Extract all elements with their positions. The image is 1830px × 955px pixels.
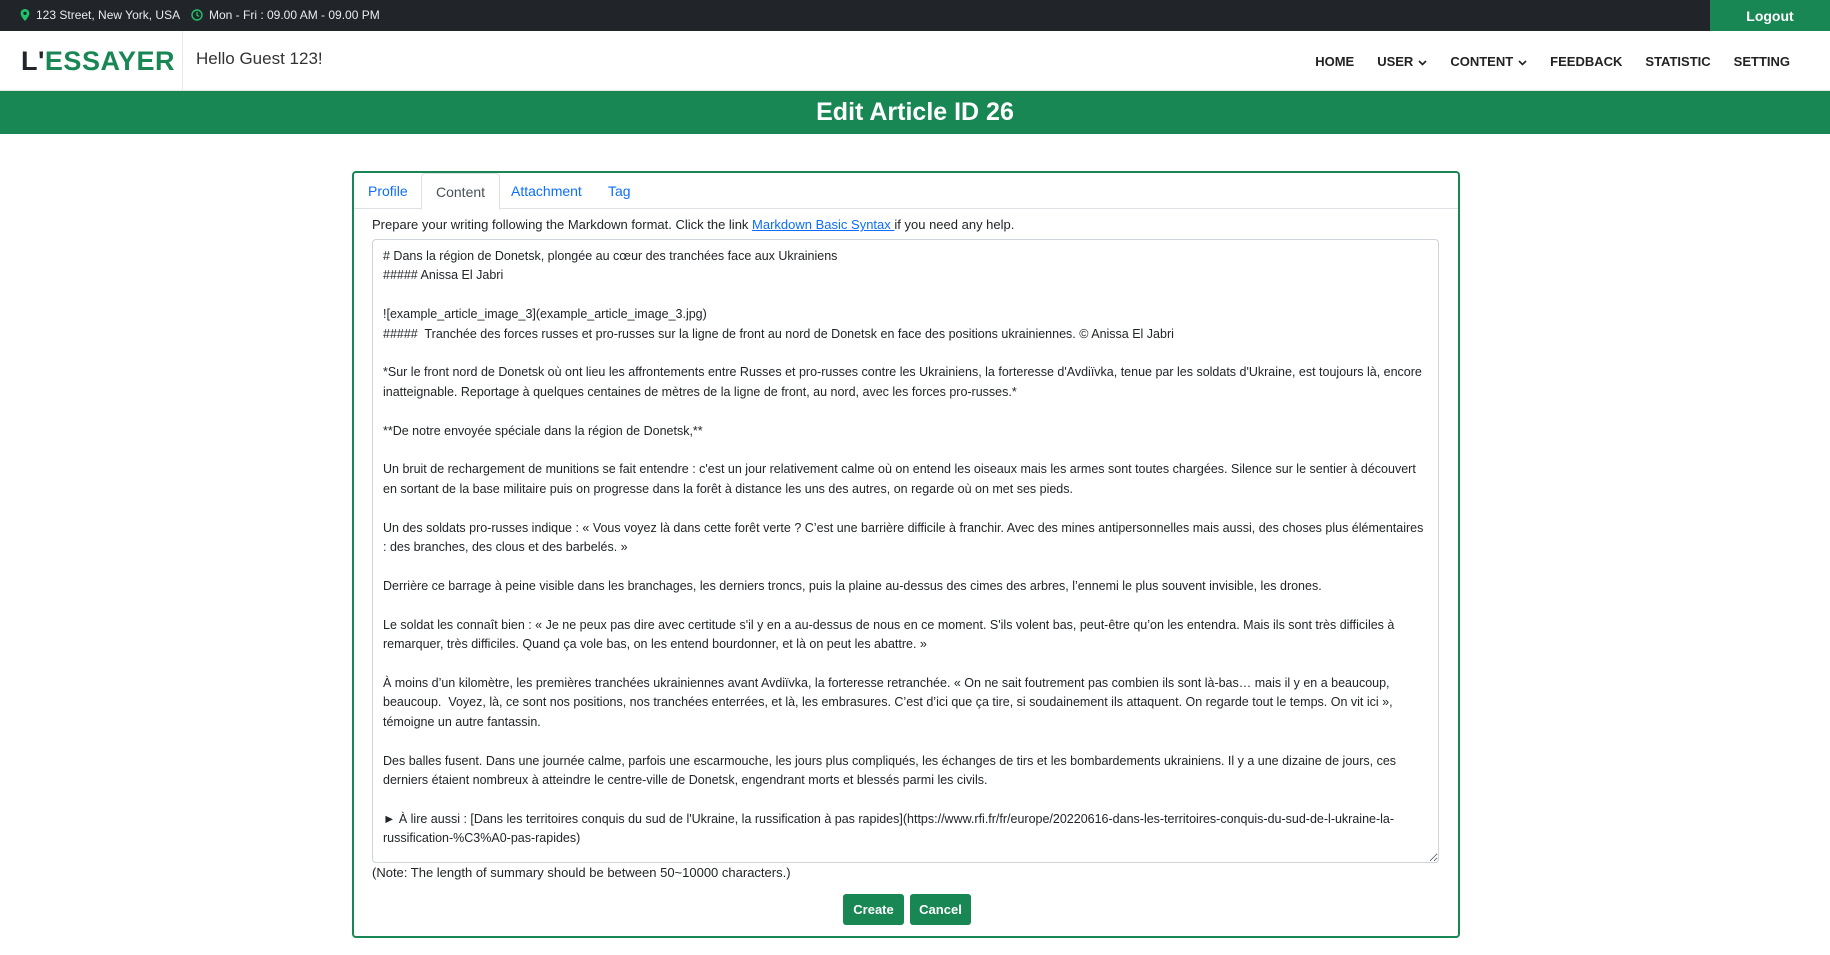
tab-content[interactable]: Content bbox=[421, 173, 501, 210]
nav-menu: HOME USER CONTENT FEEDBACK STATISTIC SET… bbox=[1315, 31, 1790, 91]
edit-article-card: Profile Content Attachment Tag Prepare y… bbox=[352, 171, 1460, 938]
clock-icon bbox=[191, 9, 203, 21]
nav-item-user-label: USER bbox=[1377, 53, 1414, 69]
brand-logo-part2: ESSAYER bbox=[44, 46, 175, 76]
nav-item-setting-label: SETTING bbox=[1733, 53, 1790, 69]
page-title-bar: Edit Article ID 26 bbox=[0, 91, 1830, 134]
nav-item-feedback[interactable]: FEEDBACK bbox=[1550, 54, 1622, 69]
map-pin-icon bbox=[20, 9, 30, 21]
chevron-down-icon bbox=[1418, 54, 1427, 69]
main-navbar: L'ESSAYER Hello Guest 123! HOME USER CON… bbox=[0, 31, 1830, 91]
nav-item-content-label: CONTENT bbox=[1450, 53, 1514, 69]
nav-item-statistic[interactable]: STATISTIC bbox=[1645, 54, 1710, 69]
markdown-syntax-link[interactable]: Markdown Basic Syntax bbox=[752, 217, 894, 232]
hint-text-after: if you need any help. bbox=[894, 217, 1015, 232]
nav-item-home[interactable]: HOME bbox=[1315, 54, 1354, 69]
nav-item-home-label: HOME bbox=[1315, 53, 1355, 69]
tab-profile[interactable]: Profile bbox=[354, 173, 422, 209]
nav-item-setting[interactable]: SETTING bbox=[1734, 54, 1790, 69]
nav-item-feedback-label: FEEDBACK bbox=[1550, 53, 1623, 69]
hours-text: Mon - Fri : 09.00 AM - 09.00 PM bbox=[209, 8, 380, 22]
greeting-text: Hello Guest 123! bbox=[196, 49, 323, 68]
tab-attachment[interactable]: Attachment bbox=[497, 173, 596, 209]
hint-text-before: Prepare your writing following the Markd… bbox=[372, 217, 753, 232]
nav-item-content[interactable]: CONTENT bbox=[1450, 54, 1527, 69]
create-button[interactable]: Create bbox=[843, 894, 904, 925]
length-note: (Note: The length of summary should be b… bbox=[372, 865, 791, 880]
page-title: Edit Article ID 26 bbox=[816, 98, 1014, 126]
tab-bar: Profile Content Attachment Tag bbox=[354, 173, 1458, 210]
cancel-button[interactable]: Cancel bbox=[910, 894, 971, 925]
nav-item-statistic-label: STATISTIC bbox=[1645, 53, 1711, 69]
article-content-textarea[interactable]: # Dans la région de Donetsk, plongée au … bbox=[372, 239, 1439, 863]
logout-button[interactable]: Logout bbox=[1710, 0, 1830, 31]
brand-logo-part1: L' bbox=[21, 46, 45, 76]
tab-tag[interactable]: Tag bbox=[594, 173, 645, 209]
brand-divider bbox=[182, 31, 183, 91]
hours-info: Mon - Fri : 09.00 AM - 09.00 PM bbox=[191, 8, 380, 22]
chevron-down-icon bbox=[1518, 54, 1527, 69]
address-text: 123 Street, New York, USA bbox=[36, 8, 181, 22]
brand-logo[interactable]: L'ESSAYER bbox=[21, 46, 175, 77]
nav-item-user[interactable]: USER bbox=[1377, 54, 1427, 69]
address-info: 123 Street, New York, USA bbox=[20, 8, 180, 22]
markdown-hint: Prepare your writing following the Markd… bbox=[372, 217, 1014, 232]
top-info-bar: 123 Street, New York, USA Mon - Fri : 09… bbox=[0, 0, 1830, 31]
